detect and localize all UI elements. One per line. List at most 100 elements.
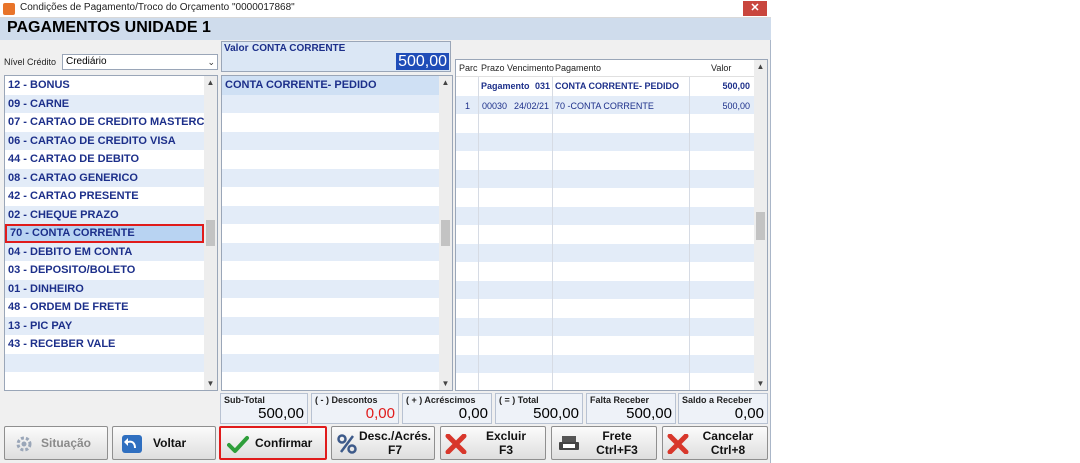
excluir-shortcut: F3 xyxy=(498,443,513,457)
payment-method-item[interactable]: 08 - CARTAO GENERICO xyxy=(5,168,204,187)
payment-method-empty-row[interactable] xyxy=(5,353,204,372)
frete-button[interactable]: Frete Ctrl+F3 xyxy=(551,426,657,460)
scroll-up-icon[interactable]: ▲ xyxy=(439,76,452,89)
payment-method-item[interactable]: 03 - DEPOSITO/BOLETO xyxy=(5,261,204,280)
page-title: PAGAMENTOS UNIDADE 1 xyxy=(7,19,211,36)
grid-empty-row[interactable] xyxy=(456,317,754,336)
payment-condition-empty-row[interactable] xyxy=(222,242,439,261)
payment-condition-empty-row[interactable] xyxy=(222,279,439,298)
acrescimos-box: ( + ) Acréscimos 0,00 xyxy=(402,393,492,424)
situacao-label: Situação xyxy=(41,436,92,450)
payment-condition-empty-row[interactable] xyxy=(222,94,439,113)
payment-method-empty-row[interactable] xyxy=(5,372,204,390)
payment-condition-empty-row[interactable] xyxy=(222,316,439,335)
installment-grid[interactable]: Parc Prazo Vencimento Pagamento Valor Pa… xyxy=(455,59,768,391)
grid-empty-row[interactable] xyxy=(456,373,754,390)
voltar-button[interactable]: Voltar xyxy=(112,426,216,460)
desc-acres-button[interactable]: Desc./Acrés. F7 xyxy=(331,426,435,460)
payment-dialog-window: Condições de Pagamento/Troco do Orçament… xyxy=(0,0,771,463)
cancelar-shortcut: Ctrl+8 xyxy=(710,443,746,457)
chevron-down-icon: ⌄ xyxy=(207,57,215,67)
grid-empty-row[interactable] xyxy=(456,336,754,355)
grid-empty-row[interactable] xyxy=(456,280,754,299)
subtotal-box: Sub-Total 500,00 xyxy=(220,393,308,424)
desc-acres-shortcut: F7 xyxy=(387,443,402,457)
summary-value: 500,00 xyxy=(722,81,750,91)
payment-method-item[interactable]: 01 - DINHEIRO xyxy=(5,279,204,298)
payment-condition-empty-row[interactable] xyxy=(222,224,439,243)
grid-empty-row[interactable] xyxy=(456,299,754,318)
payment-condition-empty-row[interactable] xyxy=(222,335,439,354)
payment-condition-list[interactable]: CONTA CORRENTE- PEDIDO ▲ ▼ xyxy=(221,75,453,391)
grid-empty-row[interactable] xyxy=(456,132,754,151)
scroll-down-icon[interactable]: ▼ xyxy=(754,377,767,390)
payment-condition-empty-row[interactable] xyxy=(222,187,439,206)
situacao-button[interactable]: Situação xyxy=(4,426,108,460)
scroll-up-icon[interactable]: ▲ xyxy=(204,76,217,89)
scroll-thumb[interactable] xyxy=(441,220,450,246)
payment-condition-empty-row[interactable] xyxy=(222,372,439,390)
payment-condition-item[interactable]: CONTA CORRENTE- PEDIDO xyxy=(222,76,439,95)
excluir-button[interactable]: Excluir F3 xyxy=(440,426,546,460)
payment-condition-empty-row[interactable] xyxy=(222,150,439,169)
grid-empty-row[interactable] xyxy=(456,169,754,188)
grid-header: Parc Prazo Vencimento Pagamento Valor xyxy=(456,60,754,77)
close-button[interactable]: ✕ xyxy=(743,1,767,16)
scroll-down-icon[interactable]: ▼ xyxy=(439,377,452,390)
falta-receber-label: Falta Receber xyxy=(590,395,650,405)
payment-condition-empty-row[interactable] xyxy=(222,261,439,280)
payment-method-item[interactable]: 06 - CARTAO DE CREDITO VISA xyxy=(5,131,204,150)
col-parc-header: Parc xyxy=(459,63,478,73)
confirmar-label: Confirmar xyxy=(255,436,313,450)
payment-method-scrollbar[interactable]: ▲ ▼ xyxy=(204,76,217,390)
voltar-label: Voltar xyxy=(153,436,187,450)
payment-condition-empty-row[interactable] xyxy=(222,353,439,372)
scroll-down-icon[interactable]: ▼ xyxy=(204,377,217,390)
saldo-receber-label: Saldo a Receber xyxy=(682,395,753,405)
valor-amount-input[interactable]: 500,00 xyxy=(396,53,449,70)
grid-empty-row[interactable] xyxy=(456,188,754,207)
payment-method-item-selected[interactable]: 70 - CONTA CORRENTE xyxy=(5,224,204,243)
payment-method-item[interactable]: 04 - DEBITO EM CONTA xyxy=(5,242,204,261)
condition-scrollbar[interactable]: ▲ ▼ xyxy=(439,76,452,390)
payment-condition-empty-row[interactable] xyxy=(222,131,439,150)
saldo-receber-value: 0,00 xyxy=(734,405,764,422)
payment-method-item[interactable]: 44 - CARTAO DE DEBITO xyxy=(5,150,204,169)
payment-method-item[interactable]: 48 - ORDEM DE FRETE xyxy=(5,298,204,317)
scroll-thumb[interactable] xyxy=(756,212,765,240)
app-icon xyxy=(3,3,15,15)
payment-condition-empty-row[interactable] xyxy=(222,205,439,224)
payment-condition-empty-row[interactable] xyxy=(222,113,439,132)
payment-method-item[interactable]: 09 - CARNE xyxy=(5,94,204,113)
grid-row[interactable]: 1 00030 24/02/21 70 -CONTA CORRENTE 500,00 xyxy=(456,95,754,114)
gear-icon xyxy=(16,436,32,452)
payment-method-item[interactable]: 43 - RECEBER VALE xyxy=(5,335,204,354)
scroll-up-icon[interactable]: ▲ xyxy=(754,60,767,73)
grid-empty-row[interactable] xyxy=(456,206,754,225)
acrescimos-label: ( + ) Acréscimos xyxy=(406,395,476,405)
payment-method-list[interactable]: 12 - BONUS 09 - CARNE 07 - CARTAO DE CREDI… xyxy=(4,75,218,391)
grid-empty-row[interactable] xyxy=(456,225,754,244)
payment-method-item[interactable]: 02 - CHEQUE PRAZO xyxy=(5,205,204,224)
payment-condition-empty-row[interactable] xyxy=(222,298,439,317)
payment-method-item[interactable]: 07 - CARTAO DE CREDITO MASTERCARD xyxy=(5,113,204,132)
cell-prazo: 00030 xyxy=(482,100,508,111)
scroll-thumb[interactable] xyxy=(206,220,215,246)
cell-vencimento: 24/02/21 xyxy=(514,100,550,111)
grid-empty-row[interactable] xyxy=(456,262,754,281)
payment-condition-empty-row[interactable] xyxy=(222,168,439,187)
grid-empty-row[interactable] xyxy=(456,114,754,133)
nivel-credito-dropdown[interactable]: Crediário ⌄ xyxy=(62,54,218,70)
cancelar-button[interactable]: Cancelar Ctrl+8 xyxy=(662,426,768,460)
grid-scrollbar[interactable]: ▲ ▼ xyxy=(754,60,767,390)
payment-method-item[interactable]: 42 - CARTAO PRESENTE xyxy=(5,187,204,206)
descontos-box: ( - ) Descontos 0,00 xyxy=(311,393,399,424)
grid-empty-row[interactable] xyxy=(456,243,754,262)
grid-empty-row[interactable] xyxy=(456,151,754,170)
confirmar-button[interactable]: Confirmar xyxy=(219,426,327,460)
payment-method-item[interactable]: 12 - BONUS xyxy=(5,76,204,95)
grid-summary-row[interactable]: Pagamento 031 CONTA CORRENTE- PEDIDO 500,00 xyxy=(456,77,754,96)
grid-empty-row[interactable] xyxy=(456,354,754,373)
col-valor-header: Valor xyxy=(711,63,732,73)
payment-method-item[interactable]: 13 - PIC PAY xyxy=(5,316,204,335)
